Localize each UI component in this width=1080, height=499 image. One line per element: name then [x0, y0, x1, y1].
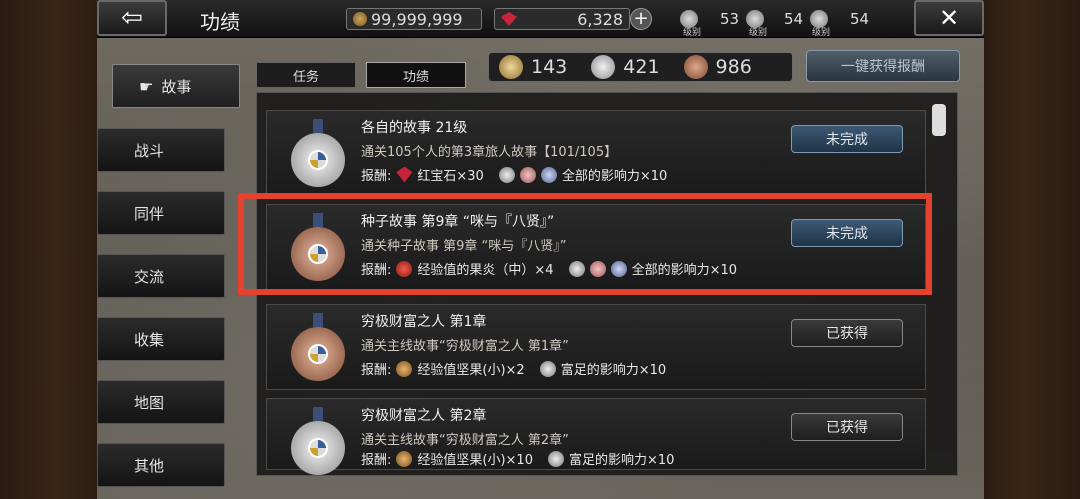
highlight-frame	[238, 193, 932, 295]
achievement-title: 各自的故事 21级	[361, 120, 468, 136]
silver-medal-icon	[291, 119, 345, 187]
tab-achievements[interactable]: 功绩	[366, 62, 466, 88]
nav-item-other[interactable]: 其他	[97, 443, 225, 487]
ruby-icon	[396, 166, 413, 183]
nav-label: 其他	[134, 456, 165, 475]
medal-summary: 143 421 986	[488, 52, 793, 82]
bronze-medal-icon	[683, 55, 708, 79]
silver-medal-icon	[591, 55, 616, 79]
rank-gold-count: 53	[720, 10, 740, 28]
nav-label: 同伴	[134, 204, 165, 223]
reward-item: 经验值坚果(小)×10	[417, 453, 533, 468]
reward-item: 经验值坚果(小)×2	[417, 363, 525, 378]
reward-item: 红宝石×30	[417, 169, 484, 184]
achievement-description: 通关主线故事“穷极财富之人 第1章”	[361, 339, 569, 354]
nav-item-collection[interactable]: 收集	[97, 317, 225, 361]
tab-missions[interactable]: 任务	[256, 62, 356, 88]
scrollbar-thumb[interactable]	[932, 104, 946, 136]
nav-item-story[interactable]: ☛ 故事	[112, 64, 240, 108]
nav-label: 故事	[161, 77, 192, 96]
status-button[interactable]: 未完成	[791, 125, 903, 153]
achievement-title: 穷极财富之人 第2章	[361, 408, 487, 424]
rank-bronze-label: 级别	[812, 28, 831, 38]
achievement-reward: 报酬: 经验值坚果(小)×10 富足的影响力×10	[361, 449, 674, 468]
nav-item-map[interactable]: 地图	[97, 380, 225, 424]
rank-silver-count: 54	[784, 10, 804, 28]
ruby-icon	[501, 12, 517, 26]
nav-label: 交流	[134, 267, 165, 286]
influence-wealth-icon	[547, 450, 564, 467]
close-icon: ✕	[938, 4, 960, 32]
achievement-title: 穷极财富之人 第1章	[361, 314, 487, 330]
gold-medal-count: 143	[531, 56, 568, 78]
add-ruby-button[interactable]: +	[630, 8, 652, 30]
nav-item-battle[interactable]: 战斗	[97, 128, 225, 172]
reward-influence: 全部的影响力×10	[561, 169, 668, 184]
achievement-description: 通关主线故事“穷极财富之人 第2章”	[361, 433, 569, 448]
gold-counter: 99,999,999	[346, 8, 482, 30]
nav-item-interaction[interactable]: 交流	[97, 254, 225, 298]
back-button[interactable]: ⇦	[97, 0, 167, 36]
reward-label: 报酬:	[361, 363, 392, 378]
achievement-reward: 报酬: 红宝石×30 全部的影响力×10	[361, 165, 667, 184]
gold-coin-icon	[353, 12, 367, 26]
gold-amount: 99,999,999	[371, 9, 463, 29]
achievement-row: 各自的故事 21级 通关105个人的第3章旅人故事【101/105】 报酬: 红…	[266, 110, 926, 196]
page-title: 功绩	[200, 10, 240, 34]
achievement-row: 穷极财富之人 第2章 通关主线故事“穷极财富之人 第2章” 报酬: 经验值坚果(…	[266, 398, 926, 475]
back-arrow-icon: ⇦	[121, 3, 143, 33]
status-button[interactable]: 已获得	[791, 319, 903, 347]
reward-label: 报酬:	[361, 169, 392, 184]
achievement-reward: 报酬: 经验值坚果(小)×2 富足的影响力×10	[361, 359, 666, 378]
claim-all-rewards-button[interactable]: 一键获得报酬	[806, 50, 960, 82]
gold-medal-icon	[499, 55, 523, 79]
exp-nut-icon	[396, 360, 413, 377]
rank-gold-label: 级别	[683, 28, 702, 38]
influence-fame-icon	[540, 166, 557, 183]
bronze-medal-count: 986	[715, 56, 752, 78]
reward-influence: 富足的影响力×10	[568, 453, 675, 468]
ruby-amount: 6,328	[577, 9, 623, 29]
achievement-description: 通关105个人的第3章旅人故事【101/105】	[361, 145, 618, 160]
nav-label: 地图	[134, 393, 165, 412]
bronze-medal-icon	[291, 313, 345, 381]
right-border	[984, 0, 1080, 499]
achievement-row: 穷极财富之人 第1章 通关主线故事“穷极财富之人 第1章” 报酬: 经验值坚果(…	[266, 304, 926, 390]
silver-medal-count: 421	[623, 56, 660, 78]
pointing-hand-icon: ☛	[139, 76, 154, 96]
rank-silver-label: 级别	[749, 28, 768, 38]
nav-item-companion[interactable]: 同伴	[97, 191, 225, 235]
rank-bronze-count: 54	[850, 10, 870, 28]
influence-wealth-icon	[539, 360, 556, 377]
silver-medal-icon	[291, 407, 345, 475]
close-button[interactable]: ✕	[914, 0, 984, 36]
reward-influence: 富足的影响力×10	[560, 363, 667, 378]
influence-power-icon	[498, 166, 515, 183]
status-button[interactable]: 已获得	[791, 413, 903, 441]
left-border	[0, 0, 97, 499]
nav-label: 收集	[134, 330, 165, 349]
exp-nut-icon	[396, 450, 413, 467]
nav-label: 战斗	[134, 141, 165, 160]
ruby-counter: 6,328	[494, 8, 630, 30]
reward-label: 报酬:	[361, 453, 392, 468]
influence-wealth-icon	[519, 166, 536, 183]
